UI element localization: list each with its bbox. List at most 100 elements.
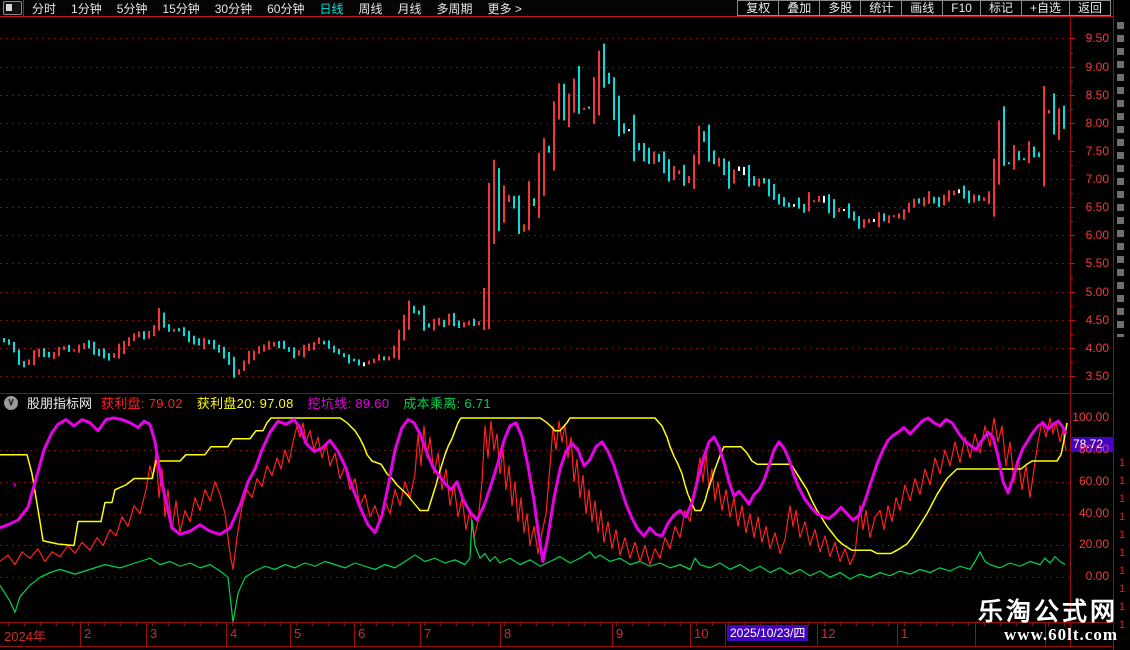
week-tick — [248, 623, 249, 626]
price-tick — [1070, 165, 1073, 166]
price-tick — [1070, 95, 1075, 96]
price-axis-line — [1070, 17, 1071, 647]
price-tick — [1070, 320, 1075, 321]
price-tick-label: 8.00 — [1085, 115, 1109, 130]
toolbar-button[interactable]: 画线 — [902, 0, 944, 16]
week-tick — [104, 623, 105, 626]
toolbar-button[interactable]: 叠加 — [779, 0, 821, 16]
price-tick — [1070, 221, 1073, 222]
period-tab[interactable]: 更多 > — [488, 0, 522, 17]
clipped-text-texture — [1117, 22, 1124, 337]
price-tick-label: 5.00 — [1085, 284, 1109, 299]
period-tab[interactable]: 分时 — [32, 0, 56, 17]
toolbar-button[interactable]: 多股 — [820, 0, 862, 16]
week-tick — [600, 623, 601, 626]
indicator-canvas[interactable] — [0, 410, 1070, 622]
month-label: 6 — [358, 626, 366, 641]
watermark: 乐淘公式网 www.60lt.com — [977, 597, 1118, 645]
stray-mark: , — [13, 474, 17, 488]
window-bottom-line — [0, 646, 1130, 647]
month-separator — [817, 623, 818, 646]
month-label: 2 — [84, 626, 92, 641]
month-label: 7 — [424, 626, 432, 641]
period-tab[interactable]: 5分钟 — [117, 0, 148, 17]
trading-app-window: 分时 1分钟 5分钟 15分钟 30分钟 60分钟 日线 周线 月线 多周期 更多 > 复权 叠加 多股… — [0, 0, 1130, 650]
price-tick-label: 8.50 — [1085, 87, 1109, 102]
window-panel-icon[interactable] — [3, 1, 22, 15]
period-tab[interactable]: 1分钟 — [71, 0, 102, 17]
price-tick — [1070, 67, 1075, 68]
month-separator — [146, 623, 147, 646]
toolbar-button[interactable]: 返回 — [1069, 0, 1111, 16]
week-tick — [952, 623, 953, 626]
clipped-digit: 1 — [1119, 547, 1126, 559]
clipped-digit: 1 — [1119, 511, 1126, 523]
clipped-digit: 1 — [1119, 457, 1126, 469]
price-tick — [1070, 249, 1073, 250]
toolbar-button[interactable]: 复权 — [737, 0, 780, 16]
indicator-tick-label: 0.00 — [1085, 569, 1109, 584]
month-separator — [690, 623, 691, 646]
month-label: 10 — [694, 626, 709, 641]
clipped-digit: 1 — [1119, 601, 1126, 613]
week-tick — [488, 623, 489, 626]
week-tick — [280, 623, 281, 626]
watermark-title: 乐淘公式网 — [977, 597, 1118, 626]
week-tick — [56, 623, 57, 626]
week-tick — [920, 623, 921, 626]
indicator-tick-label: 100.00 — [1072, 409, 1109, 424]
period-tabs: 分时 1分钟 5分钟 15分钟 30分钟 60分钟 日线 周线 月线 多周期 更多 > — [32, 0, 522, 16]
month-label: 3 — [150, 626, 158, 641]
clipped-digit: 1 — [1119, 475, 1126, 487]
price-tick — [1070, 123, 1075, 124]
toolbar-divider — [23, 0, 24, 16]
month-separator — [80, 623, 81, 646]
toolbar-button[interactable]: F10 — [943, 0, 981, 16]
week-tick — [376, 623, 377, 626]
week-tick — [680, 623, 681, 626]
week-tick — [664, 623, 665, 626]
period-tab[interactable]: 多周期 — [437, 0, 473, 17]
clipped-digit: 1 — [1119, 565, 1126, 577]
week-tick — [472, 623, 473, 626]
toolbar-button[interactable]: 标记 — [980, 0, 1022, 16]
week-tick — [120, 623, 121, 626]
toolbar-button[interactable]: +自选 — [1021, 0, 1070, 16]
period-tab[interactable]: 日线 — [319, 0, 343, 17]
period-tab[interactable]: 月线 — [398, 0, 422, 17]
month-separator — [612, 623, 613, 646]
right-clipped-sidebar[interactable]: 1 1 1 1 1 1 1 1 1 1 — [1114, 0, 1130, 650]
month-separator — [725, 623, 726, 646]
month-label: 8 — [504, 626, 512, 641]
candlestick-canvas[interactable] — [0, 17, 1070, 393]
week-tick — [584, 623, 585, 626]
month-label: 4 — [230, 626, 238, 641]
period-tab[interactable]: 60分钟 — [267, 0, 304, 17]
week-tick — [568, 623, 569, 626]
period-tab[interactable]: 15分钟 — [162, 0, 199, 17]
price-tick — [1070, 292, 1075, 293]
price-tick-label: 9.50 — [1085, 31, 1109, 46]
week-tick — [168, 623, 169, 626]
period-tab[interactable]: 周线 — [358, 0, 382, 17]
month-separator — [897, 623, 898, 646]
week-tick — [968, 623, 969, 626]
month-separator — [420, 623, 421, 646]
price-tick — [1070, 193, 1073, 194]
month-label: 2024年 — [4, 629, 46, 644]
price-tick — [1070, 137, 1073, 138]
price-tick — [1070, 38, 1075, 39]
chevron-down-icon[interactable]: ∨ — [4, 395, 18, 410]
indicator-tick-label: 60.00 — [1078, 473, 1109, 488]
period-tab[interactable]: 30分钟 — [215, 0, 252, 17]
date-axis[interactable]: 2024年 2 3 4 5 6 7 8 9 10 12 1 2025/10/23/四 — [0, 623, 1070, 646]
clipped-digit: 1 — [1119, 529, 1126, 541]
indicator-tick-label: 40.00 — [1078, 505, 1109, 520]
month-separator — [290, 623, 291, 646]
price-tick — [1070, 81, 1073, 82]
week-tick — [216, 623, 217, 626]
week-tick — [840, 623, 841, 626]
month-separator — [975, 623, 976, 646]
toolbar-button[interactable]: 统计 — [861, 0, 903, 16]
week-tick — [872, 623, 873, 626]
